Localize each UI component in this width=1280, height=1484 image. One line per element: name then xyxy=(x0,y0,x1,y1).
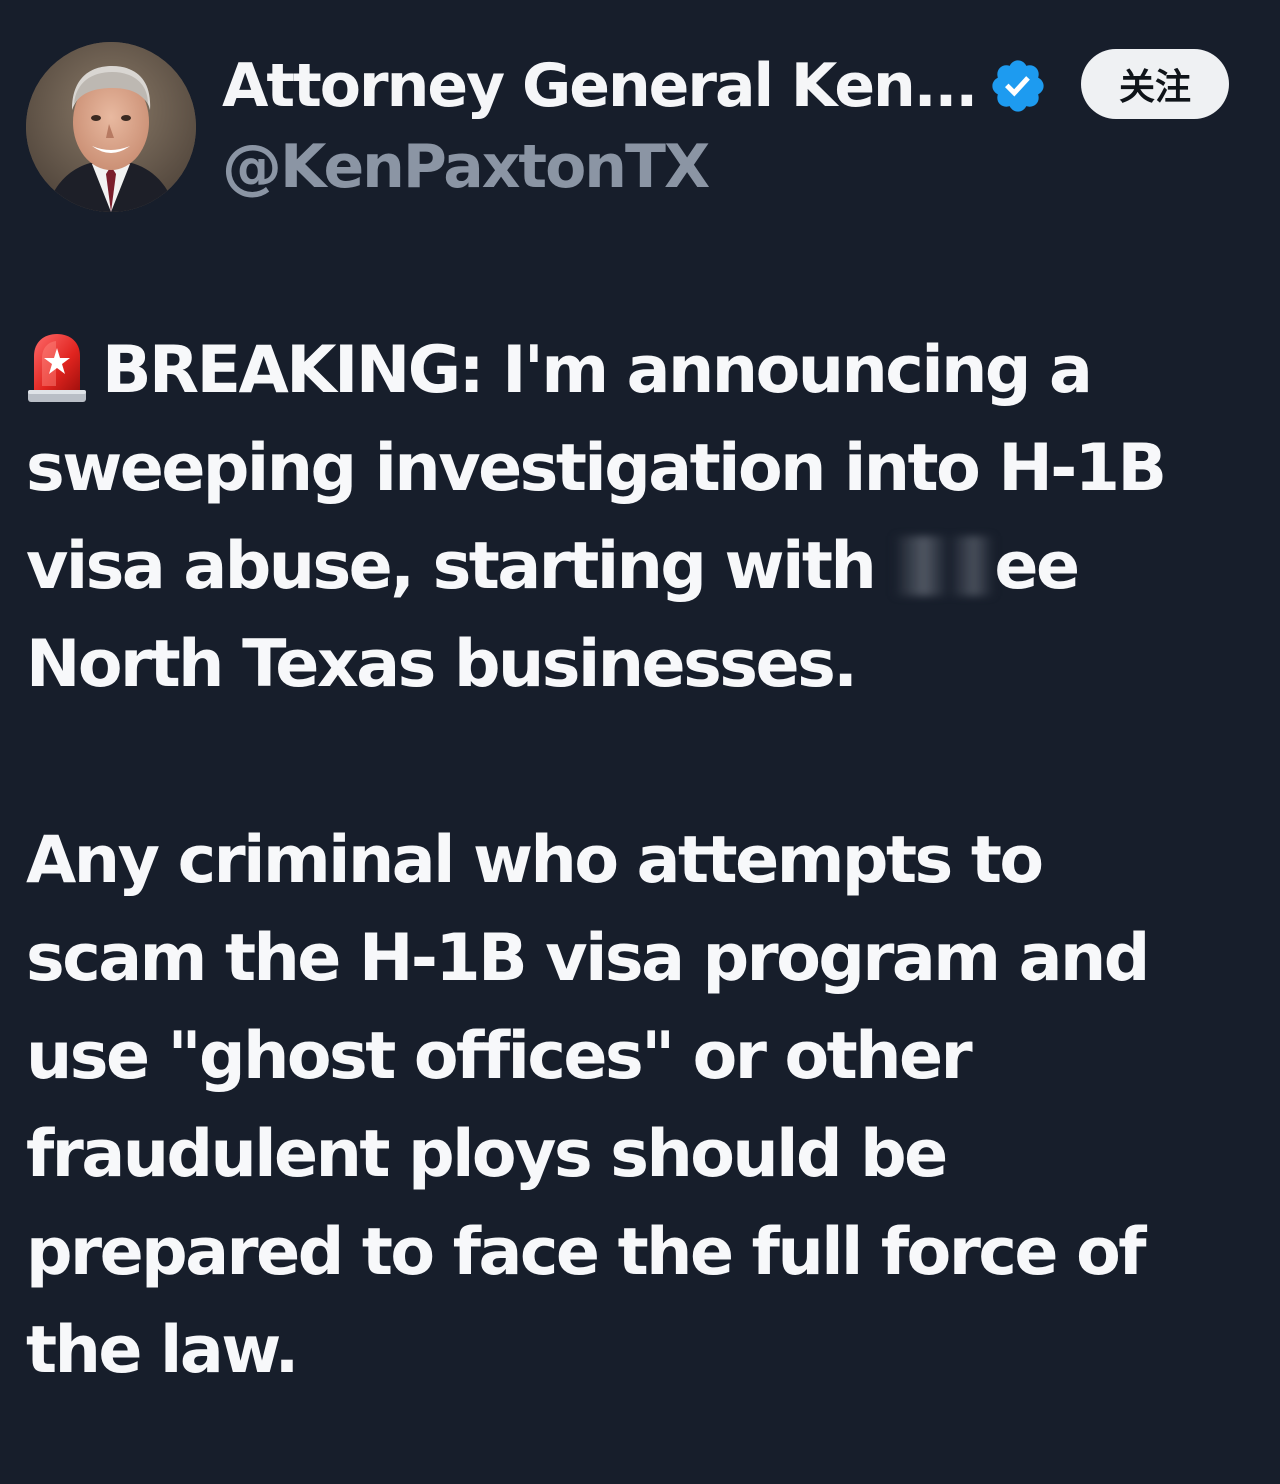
tweet-line: visa abuse, starting with ee xyxy=(26,518,1266,616)
tweet-header: Attorney General Ken... @KenPaxtonTX 关注 xyxy=(0,0,1280,230)
tweet-line: sweeping investigation into H-1B xyxy=(26,431,1167,506)
tweet-line-text: ee xyxy=(994,529,1080,604)
tweet-line: prepared to face the full force of xyxy=(26,1215,1147,1290)
tweet-line-text: BREAKING: I'm announcing a xyxy=(102,333,1093,408)
police-siren-icon xyxy=(26,332,88,404)
name-row: Attorney General Ken... xyxy=(222,48,1048,124)
display-name[interactable]: Attorney General Ken... xyxy=(222,51,978,121)
tweet-line: scam the H-1B visa program and xyxy=(26,921,1150,996)
tweet-line: use "ghost offices" or other xyxy=(26,1019,973,1094)
verified-badge-icon xyxy=(988,56,1048,116)
tweet-line: the law. xyxy=(26,1313,299,1388)
tweet-line: fraudulent ploys should be xyxy=(26,1117,948,1192)
profile-photo-icon xyxy=(26,42,196,212)
follow-button[interactable]: 关注 xyxy=(1081,49,1229,119)
tweet-line-text: visa abuse, starting with xyxy=(26,529,895,604)
tweet-text: BREAKING: I'm announcing a sweeping inve… xyxy=(26,322,1266,1400)
tweet-line: Any criminal who attempts to xyxy=(26,823,1044,898)
avatar[interactable] xyxy=(26,42,196,212)
tweet-line: BREAKING: I'm announcing a xyxy=(26,322,1266,420)
tweet-line: North Texas businesses. xyxy=(26,627,858,702)
redacted-word xyxy=(894,536,995,596)
user-handle[interactable]: @KenPaxtonTX xyxy=(222,132,710,202)
